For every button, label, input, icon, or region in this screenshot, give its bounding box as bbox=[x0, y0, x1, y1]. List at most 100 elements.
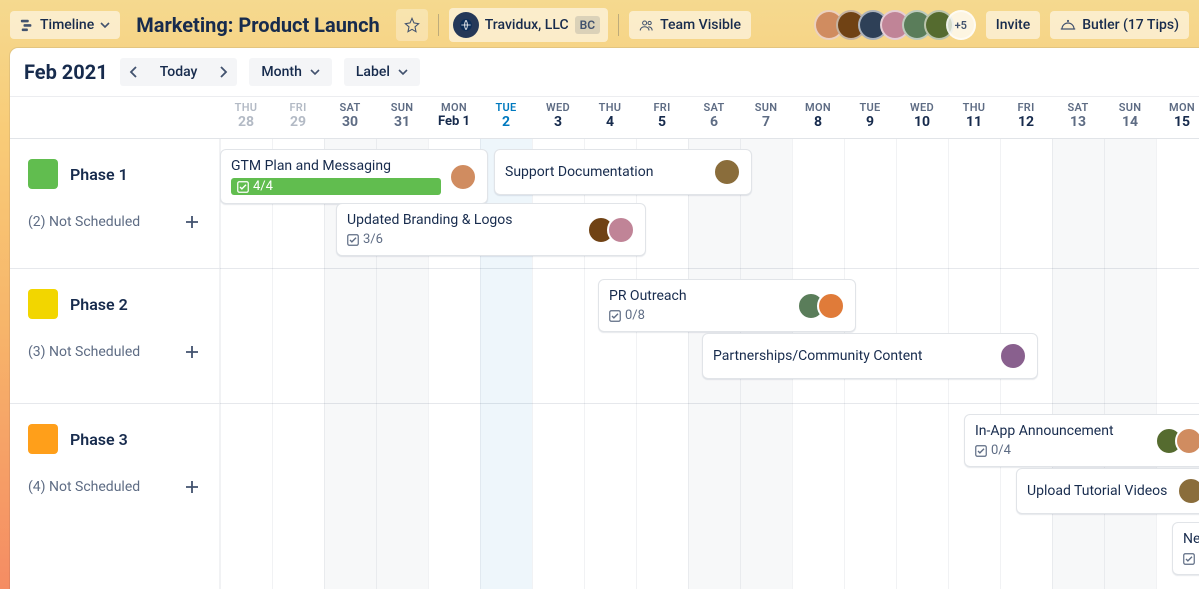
star-icon bbox=[404, 17, 420, 33]
card-title: Support Documentation bbox=[505, 164, 705, 180]
avatar[interactable] bbox=[817, 292, 845, 320]
timeline-card[interactable]: Partnerships/Community Content bbox=[702, 333, 1038, 379]
next-button[interactable] bbox=[209, 58, 237, 86]
date-column: TUE2 bbox=[480, 97, 532, 138]
star-button[interactable] bbox=[396, 9, 428, 41]
add-card-button[interactable] bbox=[179, 209, 205, 235]
lane-color-swatch bbox=[28, 159, 58, 189]
card-title: PR Outreach bbox=[609, 288, 789, 304]
checklist-icon bbox=[347, 234, 359, 246]
invite-button[interactable]: Invite bbox=[986, 11, 1040, 39]
add-card-button[interactable] bbox=[179, 339, 205, 365]
board-member-avatars[interactable]: +5 bbox=[814, 10, 976, 40]
timeline-card[interactable]: Upload Tutorial Videos bbox=[1016, 468, 1199, 514]
card-title: Upload Tutorial Videos bbox=[1027, 483, 1169, 499]
add-card-button[interactable] bbox=[179, 474, 205, 500]
timeline-card[interactable]: In-App Announcement 0/4 bbox=[964, 414, 1199, 467]
granularity-label: Month bbox=[261, 64, 301, 80]
workspace-chip[interactable]: Travidux, LLC BC bbox=[449, 8, 608, 42]
groupby-label: Label bbox=[356, 64, 390, 80]
chevron-right-icon bbox=[217, 66, 229, 78]
butler-button[interactable]: Butler (17 Tips) bbox=[1050, 11, 1189, 39]
workspace-plan-badge: BC bbox=[575, 16, 600, 34]
chevron-down-icon bbox=[398, 67, 408, 77]
avatar[interactable] bbox=[607, 216, 635, 244]
card-member-avatars bbox=[1177, 477, 1199, 505]
granularity-select[interactable]: Month bbox=[249, 58, 331, 86]
card-member-avatars bbox=[449, 163, 477, 191]
date-column: MON8 bbox=[792, 97, 844, 138]
lane-title: Phase 3 bbox=[70, 430, 128, 449]
checklist-badge: 0 bbox=[1183, 551, 1199, 566]
lane-title: Phase 2 bbox=[70, 295, 128, 314]
checklist-badge: 0/8 bbox=[609, 308, 789, 323]
period-label: Feb 2021 bbox=[24, 60, 108, 84]
team-icon bbox=[639, 18, 654, 33]
card-member-avatars bbox=[713, 158, 741, 186]
lane-unscheduled-count[interactable]: (3) Not Scheduled bbox=[28, 344, 140, 360]
workspace-logo-icon bbox=[453, 12, 479, 38]
date-column: MON15 bbox=[1156, 97, 1199, 138]
lane-unscheduled-count[interactable]: (4) Not Scheduled bbox=[28, 479, 140, 495]
timeline-panel: Feb 2021 Today Month Label THU28FRI29SAT… bbox=[10, 48, 1199, 589]
date-column: SAT6 bbox=[688, 97, 740, 138]
date-column: SUN14 bbox=[1104, 97, 1156, 138]
date-column: TUE9 bbox=[844, 97, 896, 138]
date-column: MONFeb 1 bbox=[428, 97, 480, 138]
checklist-badge: 3/6 bbox=[347, 232, 579, 247]
avatar[interactable] bbox=[999, 342, 1027, 370]
checklist-icon bbox=[1183, 553, 1195, 565]
lane-header: Phase 3 (4) Not Scheduled bbox=[10, 404, 220, 589]
timeline-body: Phase 1(2) Not ScheduledGTM Plan and Mes… bbox=[10, 139, 1199, 589]
card-title: Nev bbox=[1183, 531, 1199, 547]
card-title: Partnerships/Community Content bbox=[713, 348, 991, 364]
checklist-badge: 4/4 bbox=[231, 178, 441, 195]
date-column: FRI29 bbox=[272, 97, 324, 138]
timeline-card[interactable]: Nev 0 bbox=[1172, 522, 1199, 575]
date-column: FRI12 bbox=[1000, 97, 1052, 138]
timeline-card[interactable]: GTM Plan and Messaging4/4 bbox=[220, 149, 488, 204]
avatar[interactable] bbox=[713, 158, 741, 186]
board-header: Timeline Marketing: Product Launch Travi… bbox=[0, 0, 1199, 50]
view-switcher[interactable]: Timeline bbox=[10, 11, 120, 39]
timeline-card[interactable]: PR Outreach 0/8 bbox=[598, 279, 856, 332]
checklist-icon bbox=[609, 310, 621, 322]
visibility-label: Team Visible bbox=[660, 17, 741, 33]
date-column: FRI5 bbox=[636, 97, 688, 138]
date-column: SUN31 bbox=[376, 97, 428, 138]
today-button[interactable]: Today bbox=[148, 58, 210, 86]
lane-header: Phase 2 (3) Not Scheduled bbox=[10, 269, 220, 403]
card-title: In-App Announcement bbox=[975, 423, 1147, 439]
avatar[interactable] bbox=[1177, 477, 1199, 505]
timeline-controls: Feb 2021 Today Month Label bbox=[10, 48, 1199, 97]
checklist-icon bbox=[237, 181, 249, 193]
avatar[interactable] bbox=[1175, 427, 1199, 455]
workspace-name: Travidux, LLC bbox=[485, 17, 569, 33]
date-column: SAT13 bbox=[1052, 97, 1104, 138]
separator bbox=[618, 14, 619, 36]
date-column: THU4 bbox=[584, 97, 636, 138]
checklist-badge: 0/4 bbox=[975, 443, 1147, 458]
visibility-button[interactable]: Team Visible bbox=[629, 11, 751, 39]
plus-icon bbox=[184, 214, 200, 230]
butler-label: Butler (17 Tips) bbox=[1082, 17, 1179, 33]
chevron-left-icon bbox=[128, 66, 140, 78]
avatar[interactable] bbox=[449, 163, 477, 191]
lane-unscheduled-count[interactable]: (2) Not Scheduled bbox=[28, 214, 140, 230]
card-member-avatars bbox=[999, 342, 1027, 370]
lane-color-swatch bbox=[28, 289, 58, 319]
timeline-card[interactable]: Support Documentation bbox=[494, 149, 752, 195]
timeline-icon bbox=[20, 18, 34, 32]
lane-color-swatch bbox=[28, 424, 58, 454]
view-switcher-label: Timeline bbox=[40, 17, 94, 33]
timeline-card[interactable]: Updated Branding & Logos3/6 bbox=[336, 203, 646, 256]
prev-button[interactable] bbox=[120, 58, 148, 86]
avatar-overflow[interactable]: +5 bbox=[946, 10, 976, 40]
board-title[interactable]: Marketing: Product Launch bbox=[130, 9, 386, 41]
groupby-select[interactable]: Label bbox=[344, 58, 420, 86]
date-column: SUN7 bbox=[740, 97, 792, 138]
timeline-lane: Phase 1(2) Not ScheduledGTM Plan and Mes… bbox=[10, 139, 1199, 269]
timeline-lane: Phase 2 (3) Not Scheduled PR Outreach 0/8 Pa… bbox=[10, 269, 1199, 404]
butler-icon bbox=[1060, 18, 1076, 32]
lane-header: Phase 1(2) Not Scheduled bbox=[10, 139, 220, 268]
